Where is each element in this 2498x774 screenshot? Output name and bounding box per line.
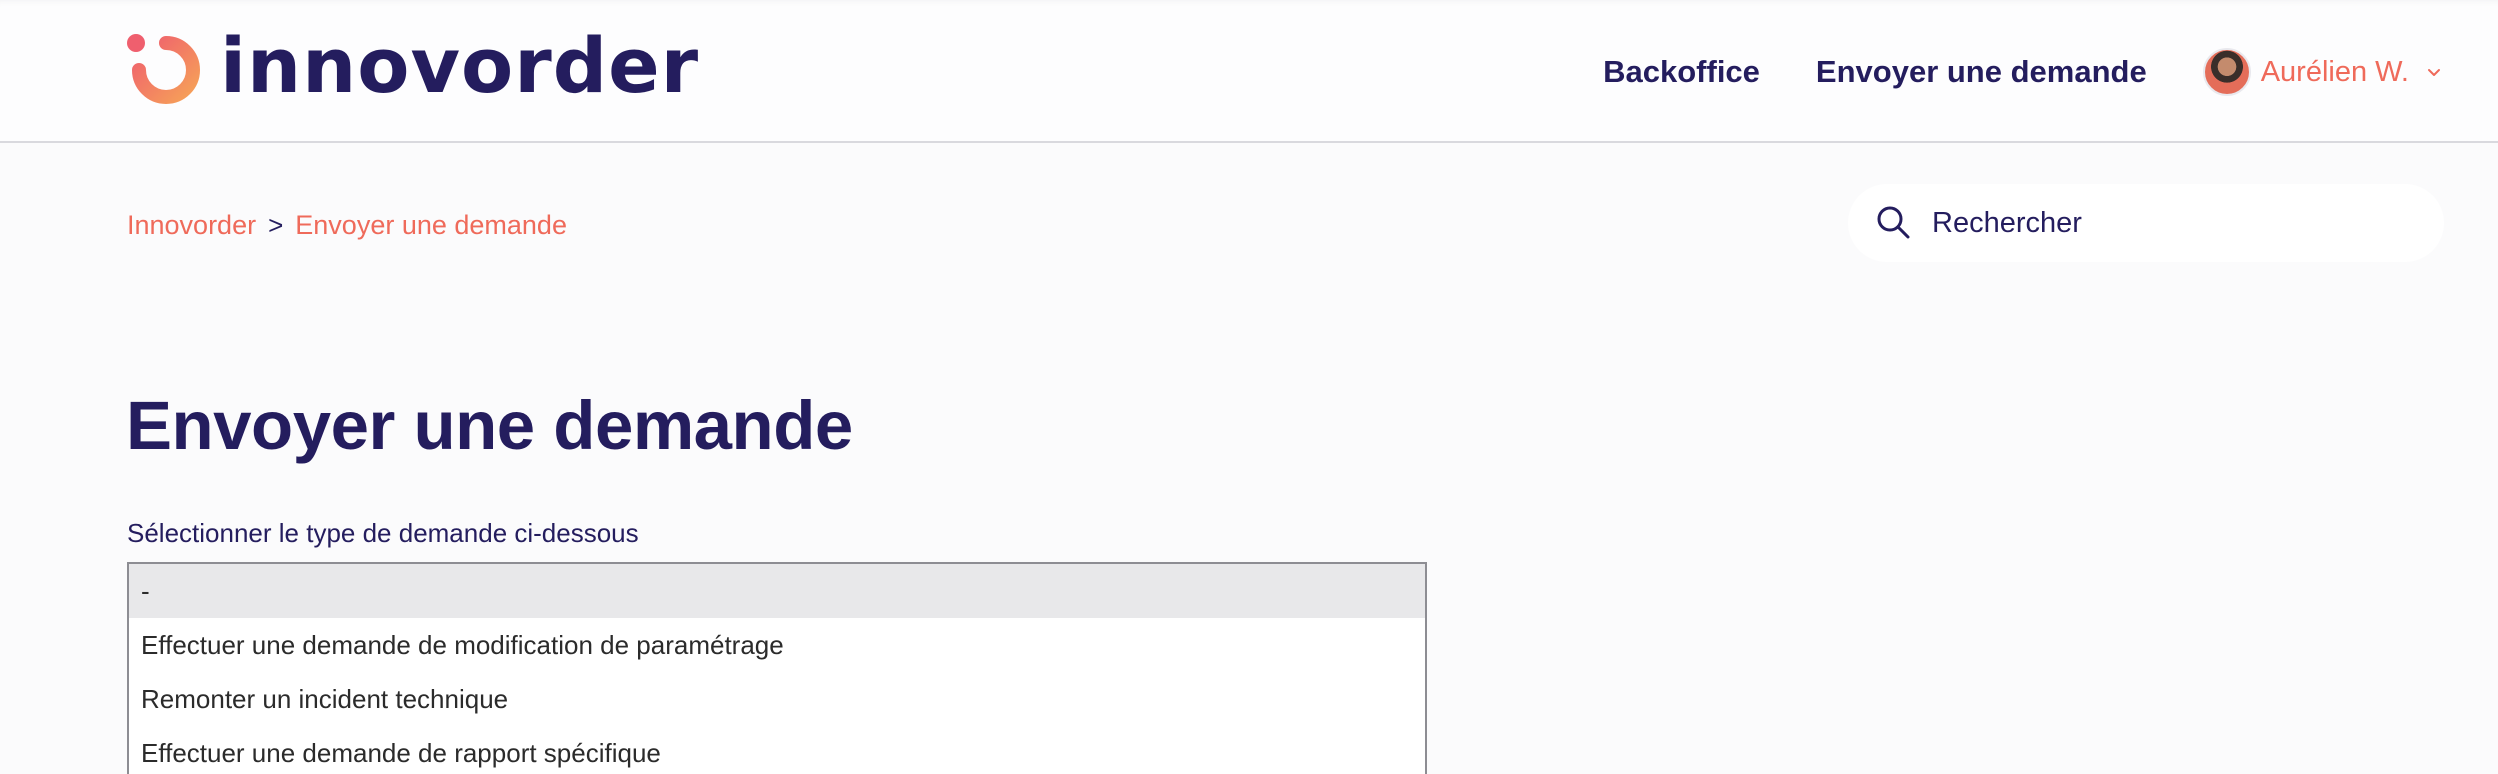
logo-icon: [127, 34, 200, 104]
site-header: innovorder Backoffice Envoyer une demand…: [0, 0, 2498, 143]
request-type-option-parametrage[interactable]: Effectuer une demande de modification de…: [129, 618, 1425, 672]
page-title: Envoyer une demande: [126, 387, 853, 464]
search-icon: [1877, 206, 1910, 239]
breadcrumb-separator: >: [268, 210, 284, 240]
nav-link-envoyer-demande[interactable]: Envoyer une demande: [1816, 54, 2147, 90]
request-type-option-rapport[interactable]: Effectuer une demande de rapport spécifi…: [129, 726, 1425, 774]
main-nav: Backoffice Envoyer une demande Aurélien …: [1603, 48, 2443, 96]
user-name: Aurélien W.: [2260, 55, 2409, 88]
request-type-option-incident[interactable]: Remonter un incident technique: [129, 672, 1425, 726]
breadcrumb-item-innovorder[interactable]: Innovorder: [127, 210, 256, 241]
user-menu[interactable]: Aurélien W.: [2202, 48, 2443, 96]
logo-text: innovorder: [220, 21, 700, 110]
logo[interactable]: innovorder: [126, 28, 699, 112]
request-type-option-empty[interactable]: -: [129, 564, 1425, 618]
avatar: [2202, 48, 2251, 96]
breadcrumb-item-envoyer-demande[interactable]: Envoyer une demande: [295, 210, 567, 241]
search-input[interactable]: [1932, 206, 2412, 240]
request-type-label: Sélectionner le type de demande ci-desso…: [127, 518, 639, 548]
breadcrumb: Innovorder > Envoyer une demande: [127, 210, 567, 241]
chevron-down-icon: [2428, 69, 2440, 76]
nav-link-backoffice[interactable]: Backoffice: [1603, 54, 1760, 90]
request-type-select[interactable]: - Effectuer une demande de modification …: [127, 562, 1427, 774]
search-box[interactable]: [1848, 184, 2444, 262]
